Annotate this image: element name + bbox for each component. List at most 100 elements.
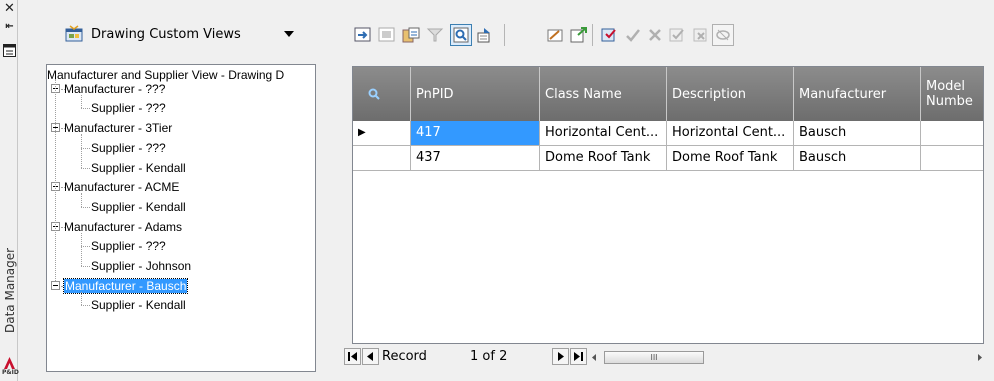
table-cell[interactable]: Dome Roof Tank [540, 146, 667, 171]
tree-item-supplier[interactable]: Supplier - ??? [91, 138, 166, 158]
toolbar-separator [504, 24, 505, 46]
tree-item-label: Supplier - ??? [91, 141, 166, 155]
table-cell[interactable]: Bausch [794, 121, 921, 146]
column-header-label: PnPID [416, 86, 454, 102]
last-icon [574, 352, 583, 361]
tree-item-supplier[interactable]: Supplier - ??? [91, 98, 166, 118]
tree-connector [81, 305, 90, 306]
column-header[interactable]: Class Name [540, 67, 667, 121]
tree-item-supplier[interactable]: Supplier - Kendall [91, 295, 186, 315]
accept-all-icon[interactable] [666, 24, 688, 46]
tree-connector [81, 292, 82, 305]
tree-item-label: Supplier - ??? [91, 239, 166, 253]
hide-icon[interactable] [712, 24, 734, 46]
view-tree[interactable]: Manufacturer and Supplier View - Drawing… [46, 64, 316, 372]
reject-all-icon[interactable] [690, 24, 712, 46]
spreadsheet-export-icon[interactable] [474, 24, 496, 46]
edit-drawing-icon[interactable] [544, 24, 566, 46]
column-header[interactable]: Model Numbe [921, 67, 983, 121]
column-header-label: Class Name [545, 86, 622, 102]
tree-connector [81, 233, 82, 266]
table-cell[interactable]: 437 [411, 146, 540, 171]
drawing-view-icon [65, 25, 83, 42]
column-header[interactable]: Description [667, 67, 794, 121]
view-selector-value: Drawing Custom Views [91, 26, 241, 42]
horizontal-scrollbar[interactable]: III [590, 350, 984, 365]
search-icon[interactable] [366, 87, 384, 101]
column-header-label: Model Numbe [926, 79, 973, 109]
first-record-button[interactable] [344, 348, 361, 365]
tree-connector [81, 207, 90, 208]
record-navigator: Record 1 of 2 III [344, 347, 992, 367]
record-label: Record [382, 349, 427, 364]
tree-item-label: Supplier - Johnson [91, 259, 192, 273]
tree-connector [55, 79, 56, 281]
tree-item-manufacturer[interactable]: Manufacturer - Bausch [62, 276, 189, 296]
grid-header: PnPID Class Name Description Manufacturer Mo… [353, 67, 983, 121]
palette-title: Data Manager [3, 247, 17, 333]
import-icon[interactable] [376, 24, 398, 46]
review-icon[interactable] [598, 24, 620, 46]
table-row[interactable]: 437 Dome Roof Tank Dome Roof Tank Bausch [353, 146, 983, 171]
chevron-down-icon [284, 31, 294, 37]
toolbar-separator [592, 24, 593, 46]
table-cell[interactable]: 417 [411, 121, 540, 146]
tree-item-supplier[interactable]: Supplier - Kendall [91, 158, 186, 178]
tree-item-label: Manufacturer - Adams [64, 220, 183, 234]
scroll-right-icon[interactable] [976, 350, 984, 365]
tree-item-label: Manufacturer - 3Tier [64, 121, 173, 135]
table-cell[interactable]: Horizontal Cent... [540, 121, 667, 146]
table-row[interactable]: ▶ 417 Horizontal Cent... Horizontal Cent...… [353, 121, 983, 146]
tree-item-supplier[interactable]: Supplier - ??? [91, 236, 166, 256]
tree-item-manufacturer[interactable]: Manufacturer - ??? [64, 79, 165, 99]
view-selector-dropdown[interactable]: Drawing Custom Views [64, 19, 298, 49]
close-icon[interactable]: ✕ [3, 2, 16, 15]
table-cell[interactable] [921, 121, 983, 146]
scroll-left-icon[interactable] [590, 350, 598, 365]
tree-item-label: Supplier - Kendall [91, 298, 186, 312]
record-position: 1 of 2 [470, 349, 508, 364]
filter-icon[interactable] [424, 24, 446, 46]
column-header[interactable]: Manufacturer [794, 67, 921, 121]
table-cell[interactable]: Bausch [794, 146, 921, 171]
table-cell[interactable] [921, 146, 983, 171]
toolbar [352, 22, 992, 50]
properties-icon[interactable] [3, 44, 16, 57]
tree-item-supplier[interactable]: Supplier - Kendall [91, 197, 186, 217]
export-icon[interactable] [352, 24, 374, 46]
pid-logo-icon: P&ID [2, 356, 19, 378]
data-manager-window: ✕ ⇤ Data Manager P&ID Drawing Custom Vie… [0, 0, 994, 381]
next-record-button[interactable] [552, 348, 569, 365]
palette-side-strip: ✕ ⇤ Data Manager P&ID [0, 0, 19, 381]
auto-hide-icon[interactable]: ⇤ [3, 20, 16, 33]
previous-record-button[interactable] [362, 348, 379, 365]
copy-properties-icon[interactable] [400, 24, 422, 46]
tree-connector [81, 266, 90, 267]
tree-connector [81, 193, 82, 207]
tree-connector [81, 134, 82, 168]
column-header-label: Description [672, 86, 747, 102]
tree-connector [81, 95, 82, 108]
tree-item-label: Manufacturer - ??? [64, 82, 166, 96]
tree-item-label: Supplier - Kendall [91, 200, 186, 214]
row-indicator[interactable]: ▶ [353, 121, 411, 146]
tree-connector [81, 168, 90, 169]
row-indicator[interactable] [353, 146, 411, 171]
grid-corner-header[interactable] [353, 67, 411, 121]
table-cell[interactable]: Dome Roof Tank [667, 146, 794, 171]
tree-item-label: Manufacturer - Bausch [62, 278, 189, 294]
accept-icon[interactable] [622, 24, 644, 46]
tree-item-label: Supplier - Kendall [91, 161, 186, 175]
tree-item-supplier[interactable]: Supplier - Johnson [91, 256, 191, 276]
first-icon [348, 352, 357, 361]
zoom-to-icon[interactable] [450, 24, 472, 46]
reject-icon[interactable] [644, 24, 666, 46]
collapse-icon[interactable] [51, 281, 60, 290]
column-header[interactable]: PnPID [411, 67, 540, 121]
table-cell[interactable]: Horizontal Cent... [667, 121, 794, 146]
scroll-thumb[interactable]: III [604, 351, 704, 364]
open-external-icon[interactable] [568, 24, 590, 46]
pid-badge: P&ID [2, 369, 19, 376]
last-record-button[interactable] [570, 348, 587, 365]
tree-connector [81, 148, 90, 149]
